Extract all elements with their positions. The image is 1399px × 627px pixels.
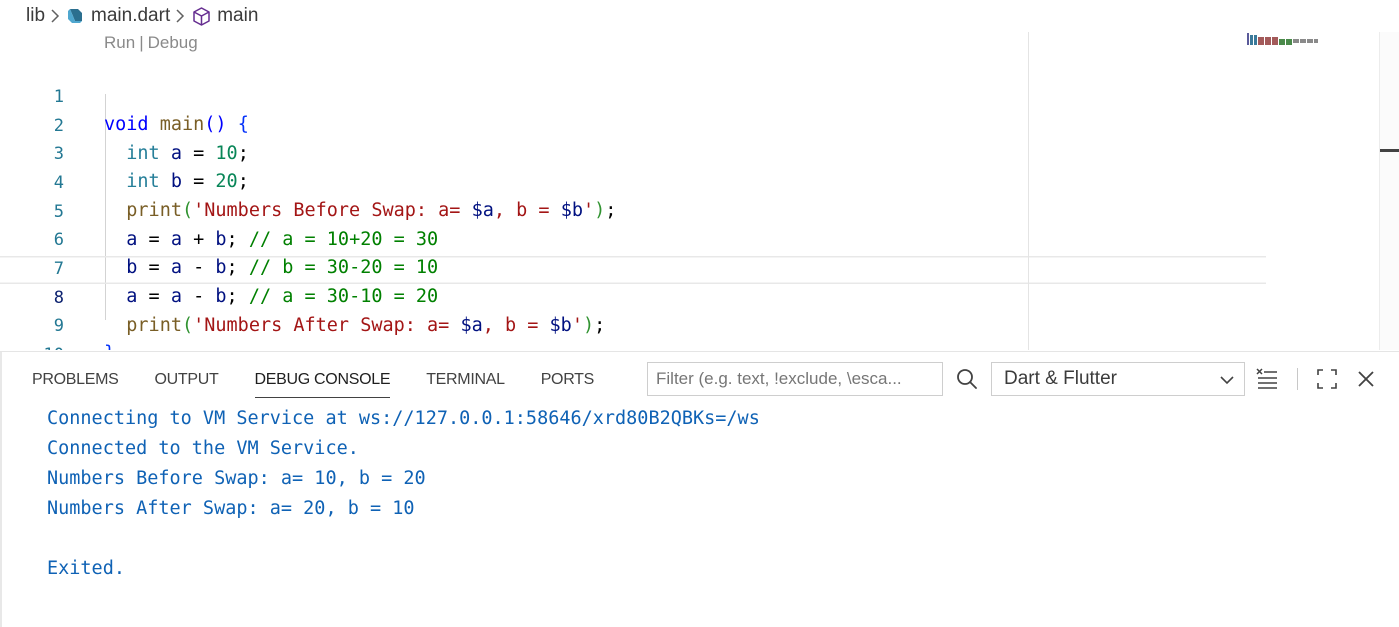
tab-terminal[interactable]: TERMINAL bbox=[426, 352, 505, 396]
code-line[interactable]: 7 a = a - b; // a = 30-10 = 20 bbox=[0, 227, 1266, 307]
code-line[interactable]: 10 bbox=[0, 313, 1266, 350]
toolbar-divider bbox=[1297, 368, 1298, 390]
code-line[interactable]: 5 a = a + b; // a = 10+20 = 30 bbox=[0, 170, 1266, 250]
tab-debug-console[interactable]: DEBUG CONSOLE bbox=[254, 352, 390, 398]
code-content: } bbox=[104, 340, 115, 350]
chevron-right-icon bbox=[50, 9, 60, 23]
tab-output[interactable]: OUTPUT bbox=[155, 352, 219, 396]
code-line[interactable]: 2 int a = 10; bbox=[0, 84, 1266, 164]
search-icon[interactable] bbox=[955, 367, 979, 391]
console-line: Numbers Before Swap: a= 10, b = 20 bbox=[47, 468, 426, 489]
filter-input[interactable] bbox=[648, 363, 936, 395]
code-line[interactable]: 3 int b = 20; bbox=[0, 112, 1266, 192]
breadcrumb-file[interactable]: main.dart bbox=[91, 5, 170, 27]
codelens-separator: | bbox=[139, 33, 144, 52]
cube-icon bbox=[190, 5, 212, 27]
tab-problems[interactable]: PROBLEMS bbox=[32, 352, 119, 396]
console-line: Numbers After Swap: a= 20, b = 10 bbox=[47, 498, 415, 519]
line-number: 10 bbox=[30, 341, 64, 350]
minimap[interactable] bbox=[1245, 32, 1325, 46]
clear-all-icon[interactable] bbox=[1255, 367, 1279, 391]
tab-ports[interactable]: PORTS bbox=[541, 352, 595, 396]
vscode-window: lib main.dart main Run | Debug 1 void ma… bbox=[0, 0, 1399, 627]
panel-edge bbox=[0, 352, 2, 627]
chevron-right-icon bbox=[175, 9, 185, 23]
bottom-panel: PROBLEMS OUTPUT DEBUG CONSOLE TERMINAL P… bbox=[0, 351, 1399, 627]
maximize-icon[interactable] bbox=[1315, 367, 1339, 391]
filter-field[interactable] bbox=[647, 362, 943, 396]
dart-logo-icon bbox=[65, 6, 85, 26]
console-line: Connected to the VM Service. bbox=[47, 438, 359, 459]
editor-ruler bbox=[1028, 32, 1029, 350]
chevron-down-icon bbox=[1220, 376, 1234, 385]
selected-channel: Dart & Flutter bbox=[1004, 368, 1117, 389]
token: } bbox=[104, 343, 115, 350]
cursor-position-marker bbox=[1380, 149, 1399, 152]
code-line-current[interactable]: 8 print('Numbers After Swap: a= $a, b = … bbox=[0, 256, 1266, 336]
console-line: Connecting to VM Service at ws://127.0.0… bbox=[47, 408, 760, 429]
code-line[interactable]: 6 b = a - b; // b = 30-20 = 10 bbox=[0, 198, 1266, 278]
code-line[interactable]: 1 void main() { bbox=[0, 55, 1266, 135]
code-editor[interactable]: Run | Debug 1 void main() { 2 int a = 10; … bbox=[0, 30, 1399, 350]
panel-tabs: PROBLEMS OUTPUT DEBUG CONSOLE TERMINAL P… bbox=[32, 352, 630, 398]
breadcrumb-folder[interactable]: lib bbox=[26, 5, 45, 27]
breadcrumb: lib main.dart main bbox=[26, 4, 258, 28]
code-line[interactable]: 9 } bbox=[0, 284, 1266, 350]
breadcrumb-symbol[interactable]: main bbox=[217, 5, 258, 27]
editor-scrollbar[interactable] bbox=[1379, 32, 1399, 350]
debug-console-output[interactable]: Connecting to VM Service at ws://127.0.0… bbox=[47, 404, 760, 584]
codelens: Run | Debug bbox=[104, 33, 198, 53]
console-line: Exited. bbox=[47, 558, 125, 579]
run-codelens-link[interactable]: Run bbox=[104, 33, 135, 52]
debug-codelens-link[interactable]: Debug bbox=[148, 33, 198, 52]
code-line[interactable]: 4 print('Numbers Before Swap: a= $a, b =… bbox=[0, 141, 1266, 221]
output-channel-select[interactable]: Dart & Flutter bbox=[991, 362, 1245, 396]
close-icon[interactable] bbox=[1354, 367, 1378, 391]
